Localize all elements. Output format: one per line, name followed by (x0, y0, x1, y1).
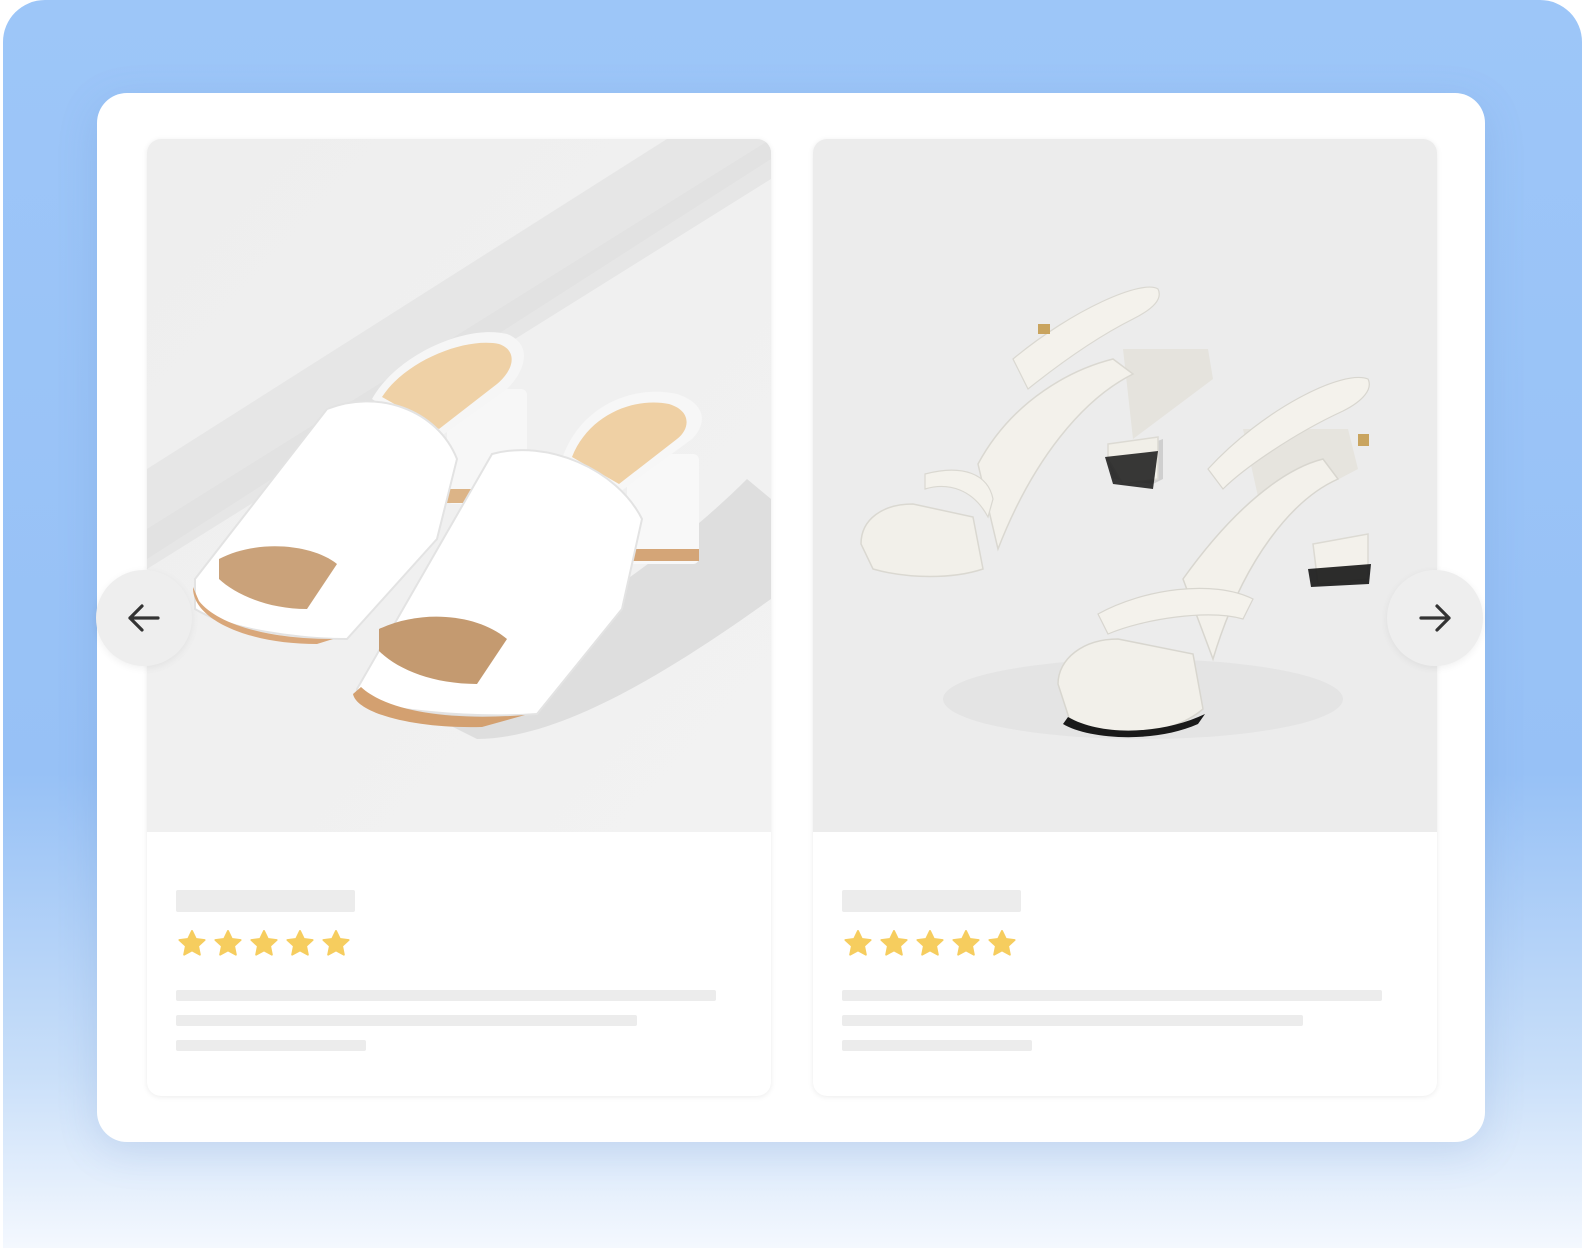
rating-stars (176, 928, 352, 962)
product-image-strappy-sandals[interactable] (813, 139, 1437, 832)
product-title-placeholder (842, 890, 1021, 912)
description-placeholder-line (176, 990, 716, 1001)
rating-stars (842, 928, 1018, 962)
product-card[interactable] (147, 139, 771, 1096)
description-placeholder-line (176, 1015, 637, 1026)
description-placeholder-line (842, 1040, 1032, 1051)
product-image-mules[interactable] (147, 139, 771, 832)
star-icon (178, 930, 206, 956)
star-icon (286, 930, 314, 956)
page-background (3, 0, 1582, 1248)
product-title-placeholder (176, 890, 355, 912)
star-icon (250, 930, 278, 956)
description-placeholder-line (842, 1015, 1303, 1026)
carousel-panel (96, 93, 1485, 1142)
star-icon (916, 930, 944, 956)
description-placeholder-line (176, 1040, 366, 1051)
arrow-left-icon (128, 604, 160, 632)
star-icon (214, 930, 242, 956)
star-icon (988, 930, 1016, 956)
product-card[interactable] (813, 139, 1437, 1096)
carousel-prev-button[interactable] (96, 570, 192, 666)
description-placeholder-line (842, 990, 1382, 1001)
star-icon (844, 930, 872, 956)
carousel-next-button[interactable] (1387, 570, 1483, 666)
product-info (813, 832, 1437, 1096)
product-info (147, 832, 771, 1096)
star-icon (880, 930, 908, 956)
star-icon (952, 930, 980, 956)
arrow-right-icon (1419, 604, 1451, 632)
star-icon (322, 930, 350, 956)
